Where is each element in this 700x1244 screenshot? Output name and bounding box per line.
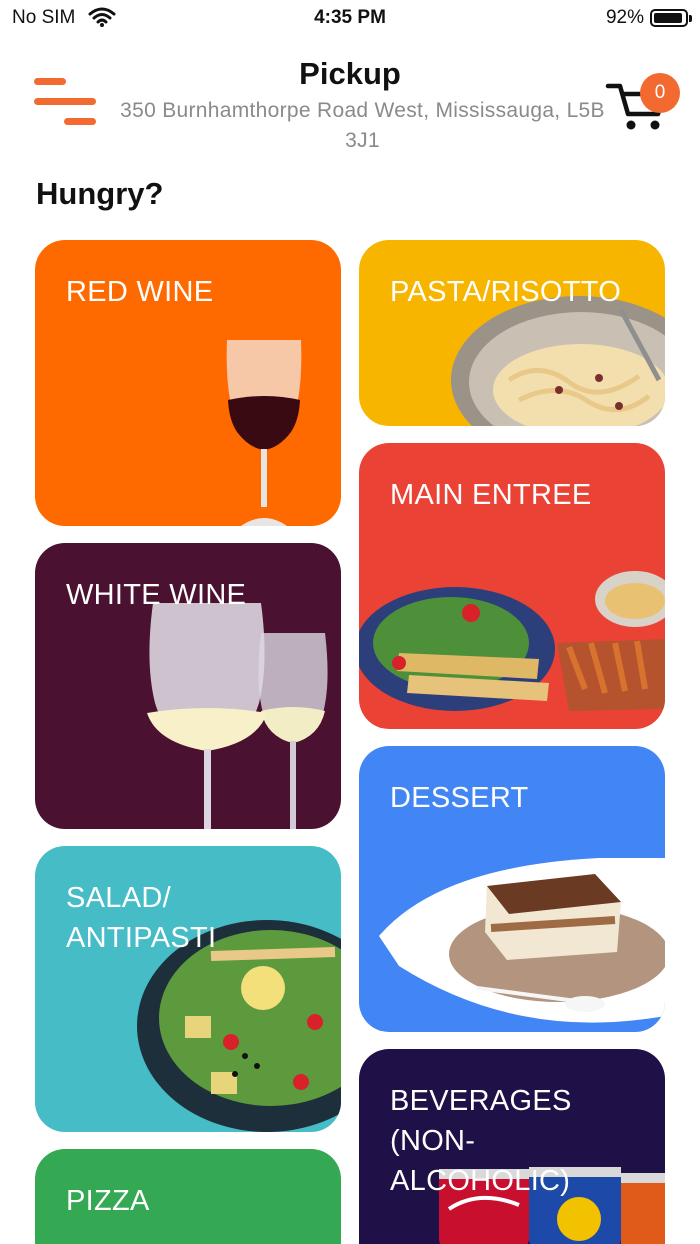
category-label: BEVERAGES (NON- ALCOHOLIC) — [390, 1085, 572, 1197]
battery-icon — [650, 9, 692, 27]
category-tile-pasta-risotto[interactable]: PASTA/RISOTTO — [359, 240, 665, 426]
page-title: Pickup — [299, 56, 401, 91]
pasta-bowl-icon — [451, 296, 665, 426]
category-label: PASTA/RISOTTO — [390, 276, 622, 308]
menu-line — [64, 118, 96, 125]
category-tile-beverages[interactable]: BEVERAGES (NON- ALCOHOLIC) — [359, 1049, 665, 1244]
menu-line — [34, 98, 96, 105]
category-label: DESSERT — [390, 782, 529, 814]
category-tile-white-wine[interactable]: WHITE WINE — [35, 543, 341, 829]
category-tile-pizza[interactable]: PIZZA — [35, 1149, 341, 1244]
category-label: PIZZA — [66, 1185, 150, 1217]
category-tile-salad-antipasti[interactable]: SALAD/ ANTIPASTI — [35, 846, 341, 1132]
section-heading: Hungry? — [36, 176, 164, 211]
category-label: WHITE WINE — [66, 579, 247, 611]
category-tile-red-wine[interactable]: RED WINE — [35, 240, 341, 526]
battery-level — [654, 13, 682, 23]
cart-count-badge: 0 — [640, 73, 680, 113]
category-label: RED WINE — [66, 276, 214, 308]
category-label: MAIN ENTREE — [390, 479, 592, 511]
battery-percent: 92% — [605, 7, 644, 28]
category-tile-main-entree[interactable]: MAIN ENTREE — [359, 443, 665, 729]
pickup-address[interactable]: 350 Burnhamthorpe Road West, Mississauga… — [110, 96, 615, 156]
category-tile-dessert[interactable]: DESSERT — [359, 746, 665, 1032]
category-label: SALAD/ ANTIPASTI — [66, 882, 217, 954]
status-bar: No SIM 4:35 PM 92% — [0, 0, 700, 40]
clock: 4:35 PM — [314, 7, 386, 28]
